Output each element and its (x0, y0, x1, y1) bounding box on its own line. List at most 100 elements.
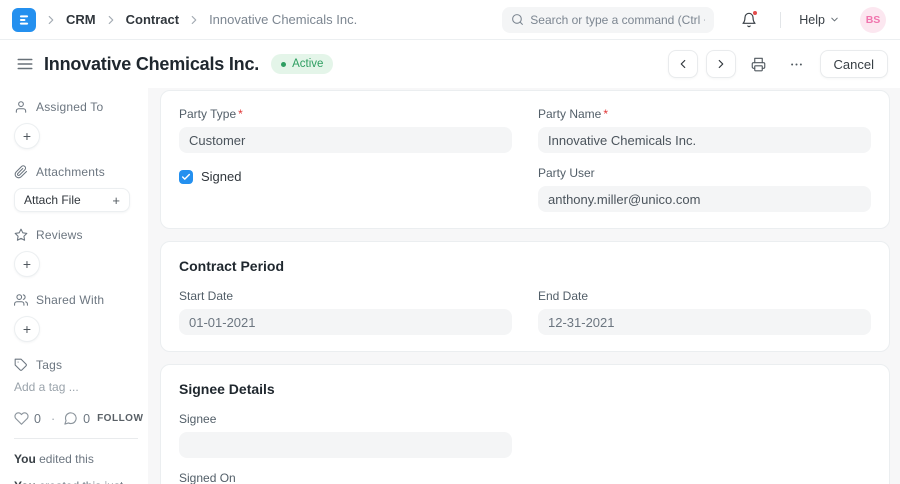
signed-field: Signed (179, 169, 512, 184)
status-badge[interactable]: Active (271, 54, 333, 74)
search-bar[interactable] (502, 7, 714, 33)
end-date-input[interactable] (538, 309, 871, 335)
activity-actor: You (14, 452, 36, 466)
party-user-field: Party User (538, 166, 871, 212)
signed-on-label: Signed On (179, 471, 512, 484)
more-options-button[interactable] (782, 50, 812, 78)
signee-field: Signee (179, 412, 512, 458)
user-avatar[interactable]: BS (860, 7, 886, 33)
signed-on-field: Signed On (179, 471, 512, 484)
checkmark-icon (181, 172, 191, 182)
next-record-button[interactable] (706, 50, 736, 78)
breadcrumb-crm[interactable]: CRM (66, 12, 96, 27)
activity-edited: You edited this (14, 451, 138, 467)
printer-icon (751, 57, 766, 72)
assigned-to-label: Assigned To (36, 100, 103, 114)
search-icon (511, 13, 524, 26)
add-review-button[interactable]: + (14, 251, 40, 277)
top-navbar: CRM Contract Innovative Chemicals Inc. H… (0, 0, 900, 40)
reviews-header: Reviews (14, 228, 138, 242)
empty-cell (538, 412, 871, 458)
notifications-button[interactable] (736, 7, 762, 33)
end-date-label: End Date (538, 289, 871, 303)
signed-checkbox[interactable] (179, 170, 193, 184)
activity-created: You created this just now (14, 478, 138, 484)
search-input[interactable] (530, 13, 705, 27)
help-menu[interactable]: Help (799, 13, 840, 27)
activity-actor: You (14, 479, 36, 484)
required-marker: * (238, 107, 243, 121)
tags-section: Tags Add a tag ... (14, 358, 138, 394)
plus-icon: + (112, 193, 120, 208)
navbar-divider (780, 12, 781, 28)
paperclip-icon (14, 165, 28, 179)
signee-input[interactable] (179, 432, 512, 458)
attach-file-button[interactable]: Attach File + (14, 188, 130, 212)
cancel-button[interactable]: Cancel (820, 50, 888, 78)
notification-dot (752, 10, 758, 16)
sidebar-divider (14, 438, 138, 439)
add-assignment-button[interactable]: + (14, 123, 40, 149)
party-name-label: Party Name* (538, 107, 871, 121)
shared-with-label: Shared With (36, 293, 104, 307)
erpnext-logo-icon (17, 13, 31, 27)
party-type-input[interactable] (179, 127, 512, 153)
avatar-initials: BS (866, 14, 881, 26)
app-logo[interactable] (12, 8, 36, 32)
help-label: Help (799, 13, 825, 27)
chevron-left-icon (676, 57, 690, 71)
add-share-button[interactable]: + (14, 316, 40, 342)
user-icon (14, 100, 28, 114)
chevron-right-icon (104, 13, 118, 27)
follow-button[interactable]: FOLLOW (97, 413, 143, 424)
star-icon (14, 228, 28, 242)
tags-header: Tags (14, 358, 138, 372)
chevron-right-icon (44, 13, 58, 27)
signee-details-title: Signee Details (179, 381, 871, 397)
breadcrumb-current-record[interactable]: Innovative Chemicals Inc. (209, 12, 357, 27)
chevron-right-icon (187, 13, 201, 27)
contract-period-section-card: Contract Period Start Date End Date (160, 241, 890, 352)
attach-file-label: Attach File (24, 193, 81, 207)
party-user-input[interactable] (538, 186, 871, 212)
party-type-label: Party Type* (179, 107, 512, 121)
details-section-card: Party Type* Party Name* Signed (160, 90, 890, 229)
breadcrumb-contract[interactable]: Contract (126, 12, 179, 27)
page-title: Innovative Chemicals Inc. (44, 54, 259, 75)
attachments-section: Attachments Attach File + (14, 165, 138, 212)
form-sidebar: Assigned To + Attachments Attach File + (0, 88, 148, 484)
comment-icon[interactable] (63, 411, 78, 426)
heart-icon[interactable] (14, 411, 29, 426)
social-row: 0 · 0 FOLLOW (14, 411, 138, 438)
reviews-label: Reviews (36, 228, 83, 242)
shared-with-section: Shared With + (14, 293, 138, 342)
contract-period-title: Contract Period (179, 258, 871, 274)
start-date-input[interactable] (179, 309, 512, 335)
party-name-field: Party Name* (538, 107, 871, 153)
print-button[interactable] (744, 50, 774, 78)
like-count: 0 (34, 412, 41, 426)
sidebar-toggle-button[interactable] (12, 51, 38, 77)
shared-with-header: Shared With (14, 293, 138, 307)
attachments-label: Attachments (36, 165, 105, 179)
page-actions: Cancel (668, 50, 888, 78)
tag-icon (14, 358, 28, 372)
assigned-to-section: Assigned To + (14, 100, 138, 149)
status-label: Active (292, 58, 323, 70)
users-icon (14, 293, 28, 307)
page-body: Assigned To + Attachments Attach File + (0, 88, 900, 484)
comment-count: 0 (83, 412, 90, 426)
signee-details-section-card: Signee Details Signee Signed On (160, 364, 890, 484)
chevron-right-icon (714, 57, 728, 71)
form-main: Party Type* Party Name* Signed (148, 88, 900, 484)
end-date-field: End Date (538, 289, 871, 335)
reviews-section: Reviews + (14, 228, 138, 277)
signee-label: Signee (179, 412, 512, 426)
add-tag-input[interactable]: Add a tag ... (14, 380, 138, 394)
party-name-input[interactable] (538, 127, 871, 153)
dot-separator: · (51, 412, 55, 426)
start-date-label: Start Date (179, 289, 512, 303)
ellipsis-icon (789, 57, 804, 72)
page-head: Innovative Chemicals Inc. Active Cancel (0, 40, 900, 88)
previous-record-button[interactable] (668, 50, 698, 78)
